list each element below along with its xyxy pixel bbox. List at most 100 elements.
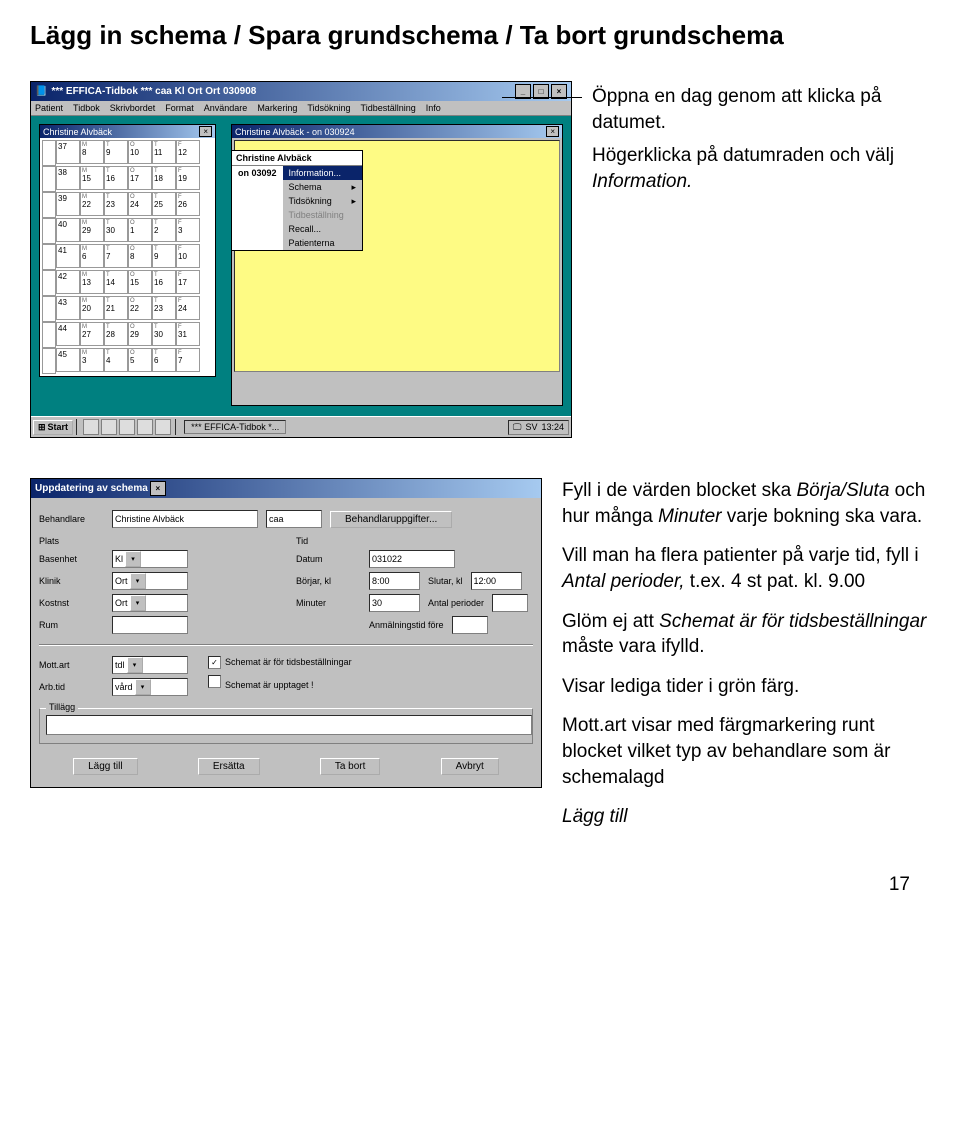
checkbox-upptaget[interactable]: Schemat är upptaget !: [208, 675, 352, 690]
calendar-cell[interactable]: 45: [56, 348, 80, 372]
calendar-cell[interactable]: T21: [104, 296, 128, 320]
ta-bort-button[interactable]: Ta bort: [320, 758, 381, 775]
calendar-cell[interactable]: M22: [80, 192, 104, 216]
start-button[interactable]: ⊞ Start: [33, 420, 73, 435]
quicklaunch-icon[interactable]: [137, 419, 153, 435]
calendar-cell[interactable]: M29: [80, 218, 104, 242]
calendar-cell[interactable]: F19: [176, 166, 200, 190]
menu-item[interactable]: Markering: [257, 103, 297, 113]
calendar-cell[interactable]: T16: [152, 270, 176, 294]
calendar-cell[interactable]: T6: [152, 348, 176, 372]
calendar-cell[interactable]: 43: [56, 296, 80, 320]
klinik-select[interactable]: Ort▾: [112, 572, 188, 590]
calendar-cell[interactable]: T23: [104, 192, 128, 216]
tray-icon[interactable]: 🖵: [513, 422, 522, 433]
calendar-cell[interactable]: 42: [56, 270, 80, 294]
context-menu-item-information[interactable]: Information...: [283, 166, 362, 180]
menu-item[interactable]: Format: [165, 103, 194, 113]
datum-input[interactable]: 031022: [369, 550, 455, 568]
calendar-cell[interactable]: M3: [80, 348, 104, 372]
slutar-input[interactable]: 12:00: [471, 572, 522, 590]
tillagg-input[interactable]: [46, 715, 532, 735]
calendar-cell[interactable]: O5: [128, 348, 152, 372]
calendar-cell[interactable]: 44: [56, 322, 80, 346]
calendar-cell[interactable]: 38: [56, 166, 80, 190]
menu-item[interactable]: Tidbeställning: [361, 103, 416, 113]
context-menu-item-patienterna[interactable]: Patienterna: [283, 236, 362, 250]
antal-input[interactable]: [492, 594, 528, 612]
menu-item[interactable]: Användare: [204, 103, 248, 113]
calendar-cell[interactable]: F3: [176, 218, 200, 242]
quicklaunch-icon[interactable]: [83, 419, 99, 435]
calendar-cell[interactable]: T16: [104, 166, 128, 190]
ersatta-button[interactable]: Ersätta: [198, 758, 260, 775]
checkbox-tidsbestallningar[interactable]: ✓Schemat är för tidsbeställningar: [208, 656, 352, 669]
day-close-button[interactable]: ×: [546, 126, 559, 137]
avbryt-button[interactable]: Avbryt: [441, 758, 499, 775]
dialog-close-button[interactable]: ×: [150, 481, 166, 496]
taskbar-task-button[interactable]: *** EFFICA-Tidbok *...: [184, 420, 286, 434]
kostnst-select[interactable]: Ort▾: [112, 594, 188, 612]
quicklaunch-icon[interactable]: [155, 419, 171, 435]
calendar-cell[interactable]: T28: [104, 322, 128, 346]
calendar-cell[interactable]: T11: [152, 140, 176, 164]
behandlare-code-input[interactable]: caa: [266, 510, 322, 528]
calendar-cell[interactable]: O1: [128, 218, 152, 242]
calendar-cell[interactable]: 40: [56, 218, 80, 242]
calendar-cell[interactable]: O29: [128, 322, 152, 346]
anmal-input[interactable]: [452, 616, 488, 634]
tray-lang-icon[interactable]: SV: [525, 422, 537, 432]
borjar-input[interactable]: 8:00: [369, 572, 420, 590]
calendar-cell[interactable]: M13: [80, 270, 104, 294]
calendar-cell[interactable]: O24: [128, 192, 152, 216]
context-menu-item-tidsokning[interactable]: Tidsökning▸: [283, 194, 362, 208]
calendar-cell[interactable]: T23: [152, 296, 176, 320]
calendar-cell[interactable]: T30: [104, 218, 128, 242]
calendar-cell[interactable]: T14: [104, 270, 128, 294]
calendar-cell[interactable]: O15: [128, 270, 152, 294]
menu-item[interactable]: Tidbok: [73, 103, 100, 113]
calendar-cell[interactable]: T9: [104, 140, 128, 164]
mottart-select[interactable]: tdl▾: [112, 656, 188, 674]
calendar-cell[interactable]: O8: [128, 244, 152, 268]
calendar-cell[interactable]: M6: [80, 244, 104, 268]
calendar-cell[interactable]: O22: [128, 296, 152, 320]
calendar-cell[interactable]: F12: [176, 140, 200, 164]
calendar-cell[interactable]: 41: [56, 244, 80, 268]
rum-input[interactable]: [112, 616, 188, 634]
calendar-cell[interactable]: M15: [80, 166, 104, 190]
calendar-cell[interactable]: F17: [176, 270, 200, 294]
calendar-cell[interactable]: T25: [152, 192, 176, 216]
context-menu-item-schema[interactable]: Schema▸: [283, 180, 362, 194]
behandlaruppgifter-button[interactable]: Behandlaruppgifter...: [330, 511, 452, 528]
calendar-cell[interactable]: F7: [176, 348, 200, 372]
context-menu-item-recall[interactable]: Recall...: [283, 222, 362, 236]
calendar-cell[interactable]: T7: [104, 244, 128, 268]
minuter-input[interactable]: 30: [369, 594, 420, 612]
calendar-cell[interactable]: 37: [56, 140, 80, 164]
calendar-cell[interactable]: T30: [152, 322, 176, 346]
calendar-cell[interactable]: F10: [176, 244, 200, 268]
calendar-cell[interactable]: F24: [176, 296, 200, 320]
calendar-cell[interactable]: O10: [128, 140, 152, 164]
calendar-cell[interactable]: T2: [152, 218, 176, 242]
menu-item[interactable]: Info: [426, 103, 441, 113]
calendar-cell[interactable]: M8: [80, 140, 104, 164]
calendar-cell[interactable]: M20: [80, 296, 104, 320]
calendar-cell[interactable]: M27: [80, 322, 104, 346]
arbtid-select[interactable]: vård▾: [112, 678, 188, 696]
menu-item[interactable]: Tidsökning: [307, 103, 350, 113]
calendar-cell[interactable]: O17: [128, 166, 152, 190]
calendar-close-button[interactable]: ×: [199, 126, 212, 137]
menu-item[interactable]: Patient: [35, 103, 63, 113]
calendar-cell[interactable]: T4: [104, 348, 128, 372]
lagg-till-button[interactable]: Lägg till: [73, 758, 137, 775]
calendar-cell[interactable]: F31: [176, 322, 200, 346]
calendar-cell[interactable]: F26: [176, 192, 200, 216]
calendar-cell[interactable]: T9: [152, 244, 176, 268]
behandlare-input[interactable]: Christine Alvbäck: [112, 510, 258, 528]
quicklaunch-icon[interactable]: [119, 419, 135, 435]
quicklaunch-icon[interactable]: [101, 419, 117, 435]
basenhet-select[interactable]: Kl▾: [112, 550, 188, 568]
menu-item[interactable]: Skrivbordet: [110, 103, 156, 113]
